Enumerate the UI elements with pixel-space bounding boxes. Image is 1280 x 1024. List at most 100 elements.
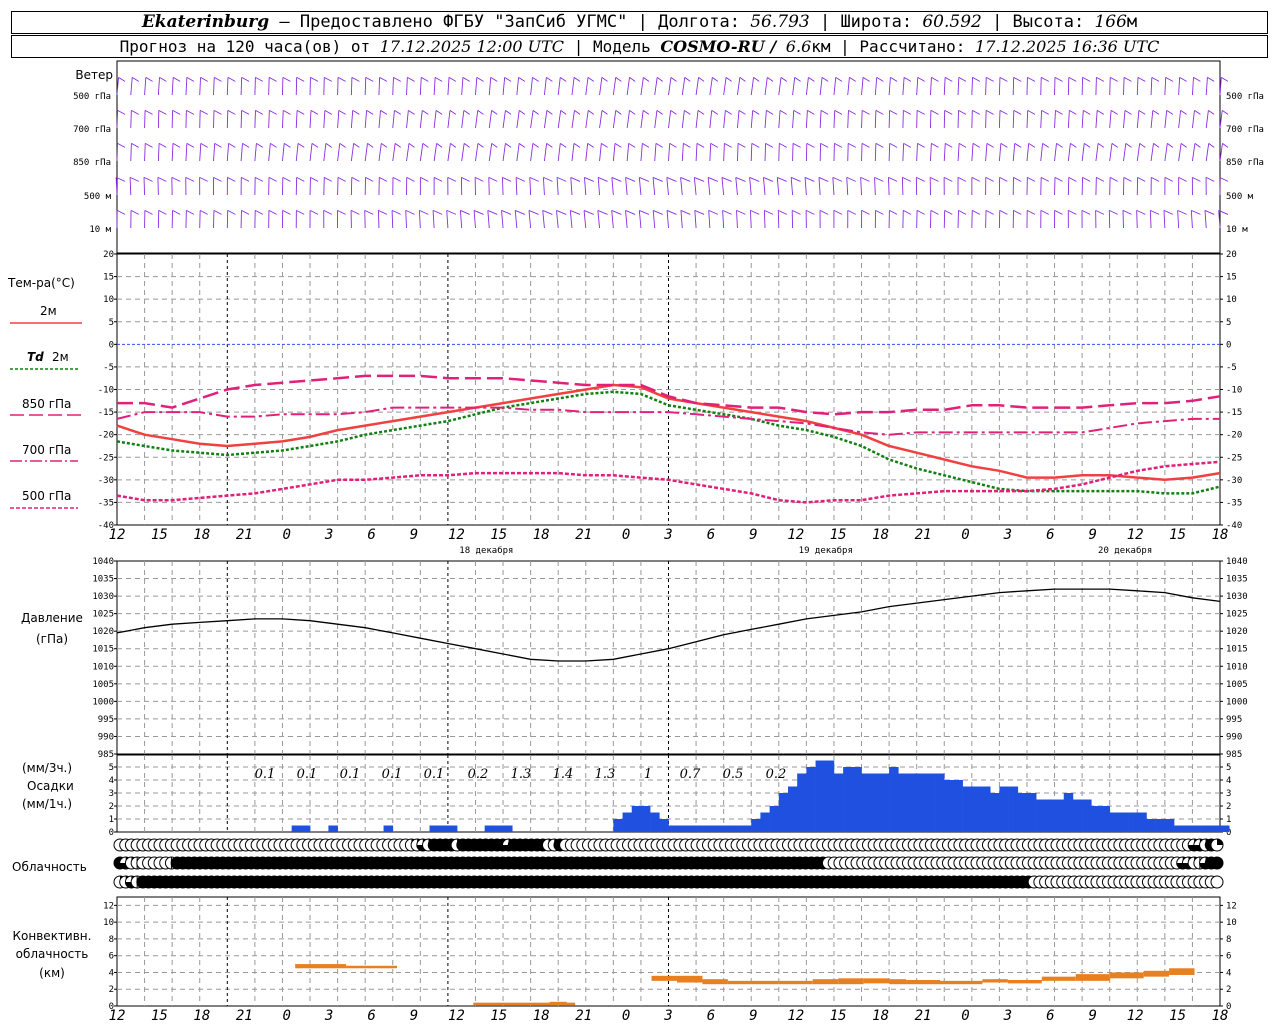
wind-barb	[875, 143, 884, 148]
precip-bar	[843, 767, 853, 832]
wind-barb	[766, 110, 774, 115]
wind-barb	[529, 177, 532, 196]
wind-barb	[653, 209, 663, 215]
wind-barb	[475, 143, 479, 162]
wind-barb	[488, 143, 493, 162]
wind-barb	[144, 110, 153, 115]
wind-barb	[1180, 143, 1187, 148]
wind-barb	[834, 143, 843, 148]
wind-barb	[241, 110, 250, 115]
x-tick-label: 3	[1003, 527, 1012, 543]
wind-barb	[639, 209, 650, 215]
wind-barb	[764, 77, 768, 96]
temp-tick-left: -10	[98, 386, 114, 396]
wind-barb	[145, 77, 153, 82]
wind-barb	[1178, 77, 1181, 96]
wind-barb	[419, 143, 424, 162]
wind-level-label-left: 700 гПа	[73, 125, 111, 135]
wind-barb	[542, 177, 545, 196]
wind-barb	[585, 143, 589, 162]
cloud-symbol	[1210, 856, 1224, 870]
wind-barb	[406, 143, 410, 162]
wind-title: Ветер	[75, 68, 113, 82]
wind-barb	[861, 110, 870, 115]
wind-barb	[448, 77, 457, 82]
wind-barb	[461, 143, 465, 162]
wind-barb	[805, 209, 815, 215]
precip-bar	[732, 825, 743, 832]
wind-barb	[543, 110, 548, 129]
wind-barb	[777, 210, 780, 229]
wind-barb	[778, 209, 787, 215]
wind-barb	[930, 77, 932, 96]
wind-barb	[571, 143, 575, 162]
wind-level-label-right: 500 гПа	[1226, 92, 1264, 102]
wind-barb	[309, 143, 313, 162]
wind-barb	[763, 177, 766, 196]
wind-barb	[573, 143, 581, 148]
wind-barb	[958, 143, 967, 148]
wind-barb	[1097, 143, 1105, 148]
wind-barb	[889, 210, 898, 215]
wind-barb	[1123, 143, 1127, 162]
x-tick-label: 6	[1046, 527, 1054, 543]
conv-layer	[863, 978, 890, 984]
wind-barb	[874, 143, 877, 162]
wind-barb	[518, 77, 526, 82]
wind-barb	[296, 177, 305, 182]
x-tick-label-bottom: 3	[324, 1008, 333, 1024]
wind-barb	[721, 177, 725, 196]
wind-barb	[1070, 143, 1077, 148]
precip-3h-label: 0.1	[382, 767, 403, 782]
wind-barb	[1208, 110, 1215, 115]
wind-barb	[625, 209, 636, 215]
wind-barb	[791, 176, 801, 182]
wind-barb	[144, 143, 146, 162]
x-tick-label-bottom: 3	[1003, 1008, 1012, 1024]
wind-barb	[1178, 176, 1187, 182]
temp-tick-right: -30	[1226, 476, 1242, 486]
wind-barb	[1068, 77, 1077, 82]
pressure-tick-right: 1000	[1226, 697, 1248, 707]
wind-barb	[654, 77, 658, 96]
wind-barb	[654, 143, 657, 162]
wind-barb	[227, 176, 236, 182]
conv-layer	[1143, 970, 1170, 977]
wind-barb	[753, 77, 760, 82]
wind-barb	[722, 210, 725, 229]
wind-barb	[1153, 143, 1160, 148]
wind-barb	[477, 143, 484, 148]
wind-barb	[473, 210, 476, 229]
wind-barb	[324, 110, 333, 115]
conv-layer	[1169, 968, 1195, 975]
precip-3h-label: 0.5	[723, 767, 744, 782]
wind-barb	[325, 143, 333, 148]
precip-bar	[1174, 825, 1184, 832]
wind-barb	[694, 176, 705, 182]
wind-barb	[186, 210, 195, 215]
wind-barb	[1095, 77, 1097, 96]
wind-barb	[157, 176, 167, 182]
conv-tick-right: 10	[1226, 918, 1237, 928]
conv-tick-right: 4	[1226, 968, 1231, 978]
temp-tick-right: 5	[1226, 318, 1231, 328]
wind-barb	[750, 143, 753, 162]
wind-barb	[505, 110, 512, 115]
wind-barb	[1205, 110, 1209, 129]
wind-barb	[1152, 110, 1160, 115]
wind-barb	[406, 77, 408, 96]
conv-layer	[940, 980, 983, 985]
wind-barb	[736, 209, 746, 215]
wind-barb	[958, 77, 967, 82]
x-tick-label: 12	[787, 527, 804, 543]
precip-bar	[1164, 819, 1175, 832]
wind-barb	[378, 110, 381, 129]
wind-barb	[530, 77, 533, 96]
wind-barb	[295, 110, 298, 129]
wind-barb	[709, 77, 713, 96]
wind-barb	[366, 110, 374, 115]
wind-barb	[227, 210, 236, 215]
wind-barb	[642, 110, 650, 115]
precip-bar	[778, 793, 789, 832]
wind-barb	[585, 77, 589, 96]
